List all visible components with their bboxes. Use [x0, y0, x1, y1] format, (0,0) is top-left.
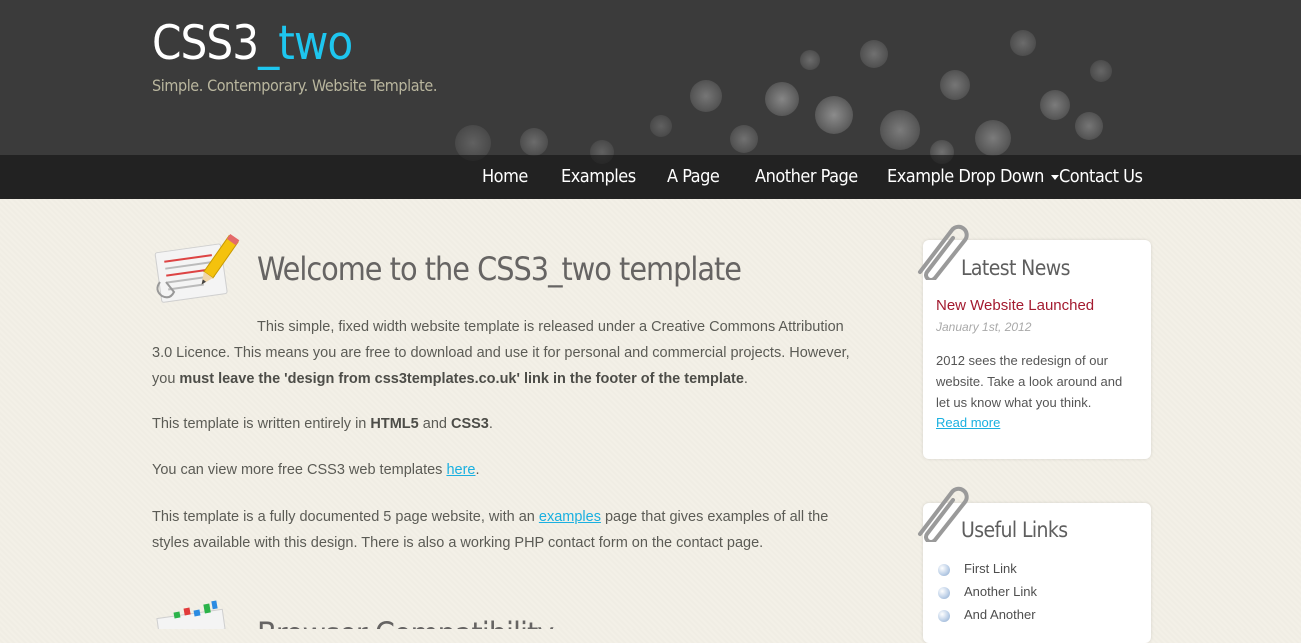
here-link[interactable]: here	[446, 462, 475, 478]
useful-link-another[interactable]: Another Link	[964, 584, 1037, 599]
technology-text-end: .	[488, 416, 493, 432]
nav-example-drop-down-label: Example Drop Down	[887, 166, 1044, 187]
css3-text: CSS3	[450, 416, 489, 432]
templates-text: You can view more free CSS3 web template…	[152, 462, 447, 478]
technology-paragraph: This template is written entirely in HTM…	[152, 411, 862, 437]
nav-contact-us[interactable]: Contact Us	[1059, 163, 1143, 191]
document-pencil-icon	[154, 233, 240, 303]
examples-link[interactable]: examples	[539, 509, 601, 525]
page-heading: Welcome to the CSS3_two template	[257, 250, 742, 288]
useful-link-and-another[interactable]: And Another	[964, 607, 1036, 622]
nav-home[interactable]: Home	[482, 163, 528, 191]
bullet-icon	[938, 587, 950, 599]
templates-text-end: .	[475, 462, 480, 478]
useful-links-title: Useful Links	[961, 518, 1068, 542]
nav-a-page[interactable]: A Page	[667, 163, 720, 191]
chevron-down-icon	[1050, 174, 1059, 180]
site-slogan: Simple. Contemporary. Website Template.	[152, 76, 438, 95]
intro-text-end: .	[743, 371, 748, 387]
documentation-text: This template is a fully documented 5 pa…	[152, 509, 539, 525]
bullet-icon	[938, 610, 950, 622]
site-title-part2: _two	[258, 16, 353, 71]
html5-text: HTML5	[370, 416, 419, 432]
useful-link-first[interactable]: First Link	[964, 561, 1017, 576]
latest-news-title: Latest News	[961, 256, 1070, 280]
and-text: and	[418, 416, 451, 432]
news-headline[interactable]: New Website Launched	[936, 297, 1094, 314]
nav-another-page[interactable]: Another Page	[755, 163, 858, 191]
nav-examples[interactable]: Examples	[561, 163, 636, 191]
intro-paragraph: This simple, fixed width website templat…	[152, 314, 862, 392]
site-title-part1: CSS3	[152, 16, 259, 71]
templates-paragraph: You can view more free CSS3 web template…	[152, 457, 862, 483]
read-more-link[interactable]: Read more	[936, 415, 1000, 430]
news-date: January 1st, 2012	[936, 320, 1032, 334]
browser-compatibility-heading: Browser Compatibility	[257, 618, 554, 629]
documentation-paragraph: This template is a fully documented 5 pa…	[152, 504, 862, 556]
chart-icon	[156, 600, 226, 629]
footer-link-notice: must leave the 'design from css3template…	[179, 371, 744, 387]
bullet-icon	[938, 564, 950, 576]
technology-text: This template is written entirely in	[152, 416, 371, 432]
news-body: 2012 sees the redesign of our website. T…	[936, 353, 1123, 410]
nav-example-drop-down[interactable]: Example Drop Down	[887, 163, 1059, 191]
section-heading-clip: Browser Compatibility	[257, 618, 657, 629]
site-title[interactable]: CSS3_two	[152, 14, 353, 74]
